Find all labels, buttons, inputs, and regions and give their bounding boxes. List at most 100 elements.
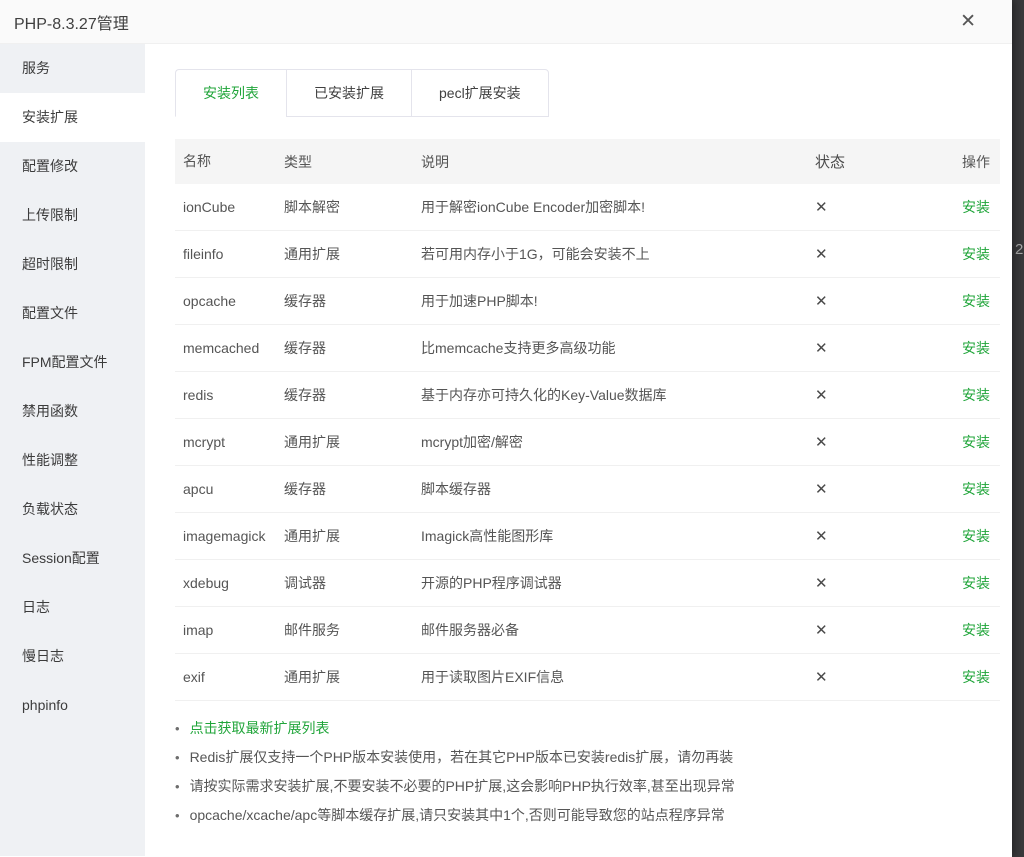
extension-name: redis <box>183 381 269 410</box>
extension-description: 比memcache支持更多高级功能 <box>421 338 815 358</box>
table-header-cell: 操作 <box>945 152 1000 172</box>
sidebar-item-upload-limit[interactable]: 上传限制 <box>0 191 145 240</box>
install-button[interactable]: 安装 <box>962 622 990 638</box>
extension-description: 用于读取图片EXIF信息 <box>421 667 815 687</box>
install-button[interactable]: 安装 <box>962 669 990 685</box>
refresh-extension-list-link[interactable]: 点击获取最新扩展列表 <box>190 720 330 736</box>
extension-name: fileinfo <box>183 240 269 269</box>
close-icon[interactable]: ✕ <box>960 12 976 31</box>
status-cross-icon: ✕ <box>815 245 945 263</box>
sidebar-item-performance-tuning[interactable]: 性能调整 <box>0 436 145 485</box>
action-cell: 安装 <box>945 667 1000 687</box>
extension-type: 缓存器 <box>284 291 406 311</box>
status-cross-icon: ✕ <box>815 668 945 686</box>
action-cell: 安装 <box>945 338 1000 358</box>
background-page-strip: 2 <box>1012 0 1024 857</box>
extension-name: apcu <box>183 475 269 504</box>
table-row: xdebug 调试器 开源的PHP程序调试器 ✕ 安装 <box>175 560 1000 607</box>
table-header: 名称类型说明状态操作 <box>175 139 1000 184</box>
table-header-cell: 类型 <box>284 152 406 172</box>
extension-name: xdebug <box>183 569 269 598</box>
sidebar-item-fpm-config-file[interactable]: FPM配置文件 <box>0 338 145 387</box>
extension-description: 开源的PHP程序调试器 <box>421 573 815 593</box>
sidebar-item-load-status[interactable]: 负载状态 <box>0 485 145 534</box>
status-cross-icon: ✕ <box>815 574 945 592</box>
note-text: Redis扩展仅支持一个PHP版本安装使用，若在其它PHP版本已安装redis扩… <box>190 749 734 765</box>
extension-type: 脚本解密 <box>284 197 406 217</box>
sidebar-item-timeout-limit[interactable]: 超时限制 <box>0 240 145 289</box>
extension-name: mcrypt <box>183 428 269 457</box>
install-button[interactable]: 安装 <box>962 340 990 356</box>
sidebar-item-services[interactable]: 服务 <box>0 44 145 93</box>
extension-description: 邮件服务器必备 <box>421 620 815 640</box>
bullet-icon: • <box>175 808 180 823</box>
extension-type: 缓存器 <box>284 385 406 405</box>
table-row: exif 通用扩展 用于读取图片EXIF信息 ✕ 安装 <box>175 654 1000 701</box>
table-header-cell: 说明 <box>421 152 815 172</box>
extension-type: 通用扩展 <box>284 432 406 452</box>
action-cell: 安装 <box>945 526 1000 546</box>
extension-name: exif <box>183 663 269 692</box>
action-cell: 安装 <box>945 479 1000 499</box>
sidebar-item-session-config[interactable]: Session配置 <box>0 534 145 583</box>
extension-description: Imagick高性能图形库 <box>421 526 815 546</box>
status-cross-icon: ✕ <box>815 386 945 404</box>
note-item: • 点击获取最新扩展列表 <box>175 714 1012 743</box>
extension-description: 用于加速PHP脚本! <box>421 291 815 311</box>
sidebar-item-config-file[interactable]: 配置文件 <box>0 289 145 338</box>
table-row: mcrypt 通用扩展 mcrypt加密/解密 ✕ 安装 <box>175 419 1000 466</box>
table-header-cell: 状态 <box>815 151 945 172</box>
action-cell: 安装 <box>945 244 1000 264</box>
bullet-icon: • <box>175 721 180 736</box>
bullet-icon: • <box>175 750 180 765</box>
extensions-table: 名称类型说明状态操作 ionCube 脚本解密 用于解密ionCube Enco… <box>175 139 1000 701</box>
extension-name: imap <box>183 616 269 645</box>
note-item: • Redis扩展仅支持一个PHP版本安装使用，若在其它PHP版本已安装redis… <box>175 743 1012 772</box>
action-cell: 安装 <box>945 432 1000 452</box>
status-cross-icon: ✕ <box>815 480 945 498</box>
dialog-titlebar: PHP-8.3.27管理 ✕ <box>0 0 1012 44</box>
content-area: 安装列表已安装扩展pecl扩展安装 名称类型说明状态操作 ionCube 脚本解… <box>145 44 1012 856</box>
extension-type: 通用扩展 <box>284 526 406 546</box>
extension-name: imagemagick <box>183 522 269 551</box>
sidebar-item-slow-log[interactable]: 慢日志 <box>0 632 145 681</box>
tab-installed-extensions[interactable]: 已安装扩展 <box>286 69 411 117</box>
sidebar-item-disabled-functions[interactable]: 禁用函数 <box>0 387 145 436</box>
note-item: •opcache/xcache/apc等脚本缓存扩展,请只安装其中1个,否则可能… <box>175 801 1012 830</box>
note-item: •请按实际需求安装扩展,不要安装不必要的PHP扩展,这会影响PHP执行效率,甚至… <box>175 772 1012 801</box>
note-text: 请按实际需求安装扩展,不要安装不必要的PHP扩展,这会影响PHP执行效率,甚至出… <box>190 778 735 794</box>
extension-description: 若可用内存小于1G，可能会安装不上 <box>421 244 815 264</box>
extension-description: 基于内存亦可持久化的Key-Value数据库 <box>421 385 815 405</box>
install-button[interactable]: 安装 <box>962 387 990 403</box>
screen: 2 PHP-8.3.27管理 ✕ 服务安装扩展配置修改上传限制超时限制配置文件F… <box>0 0 1024 857</box>
install-button[interactable]: 安装 <box>962 246 990 262</box>
tab-install-list[interactable]: 安装列表 <box>175 69 286 117</box>
extension-description: 用于解密ionCube Encoder加密脚本! <box>421 197 815 217</box>
extension-name: memcached <box>183 334 269 363</box>
extension-type: 通用扩展 <box>284 667 406 687</box>
dialog-body: 服务安装扩展配置修改上传限制超时限制配置文件FPM配置文件禁用函数性能调整负载状… <box>0 44 1012 856</box>
install-button[interactable]: 安装 <box>962 481 990 497</box>
install-button[interactable]: 安装 <box>962 199 990 215</box>
table-header-cell: 名称 <box>183 147 269 176</box>
sidebar-item-install-extensions[interactable]: 安装扩展 <box>0 93 145 142</box>
sidebar-item-config-modify[interactable]: 配置修改 <box>0 142 145 191</box>
tab-bar: 安装列表已安装扩展pecl扩展安装 <box>175 69 1012 117</box>
extension-description: mcrypt加密/解密 <box>421 432 815 452</box>
sidebar-item-log[interactable]: 日志 <box>0 583 145 632</box>
install-button[interactable]: 安装 <box>962 434 990 450</box>
table-body: ionCube 脚本解密 用于解密ionCube Encoder加密脚本! ✕ … <box>175 184 1000 701</box>
sidebar-item-phpinfo[interactable]: phpinfo <box>0 681 145 730</box>
tab-pecl-install[interactable]: pecl扩展安装 <box>411 69 549 117</box>
background-peek-text: 2 <box>1015 241 1023 258</box>
action-cell: 安装 <box>945 620 1000 640</box>
status-cross-icon: ✕ <box>815 621 945 639</box>
table-row: imagemagick 通用扩展 Imagick高性能图形库 ✕ 安装 <box>175 513 1000 560</box>
table-row: fileinfo 通用扩展 若可用内存小于1G，可能会安装不上 ✕ 安装 <box>175 231 1000 278</box>
status-cross-icon: ✕ <box>815 527 945 545</box>
install-button[interactable]: 安装 <box>962 528 990 544</box>
install-button[interactable]: 安装 <box>962 575 990 591</box>
install-button[interactable]: 安装 <box>962 293 990 309</box>
table-row: imap 邮件服务 邮件服务器必备 ✕ 安装 <box>175 607 1000 654</box>
status-cross-icon: ✕ <box>815 339 945 357</box>
